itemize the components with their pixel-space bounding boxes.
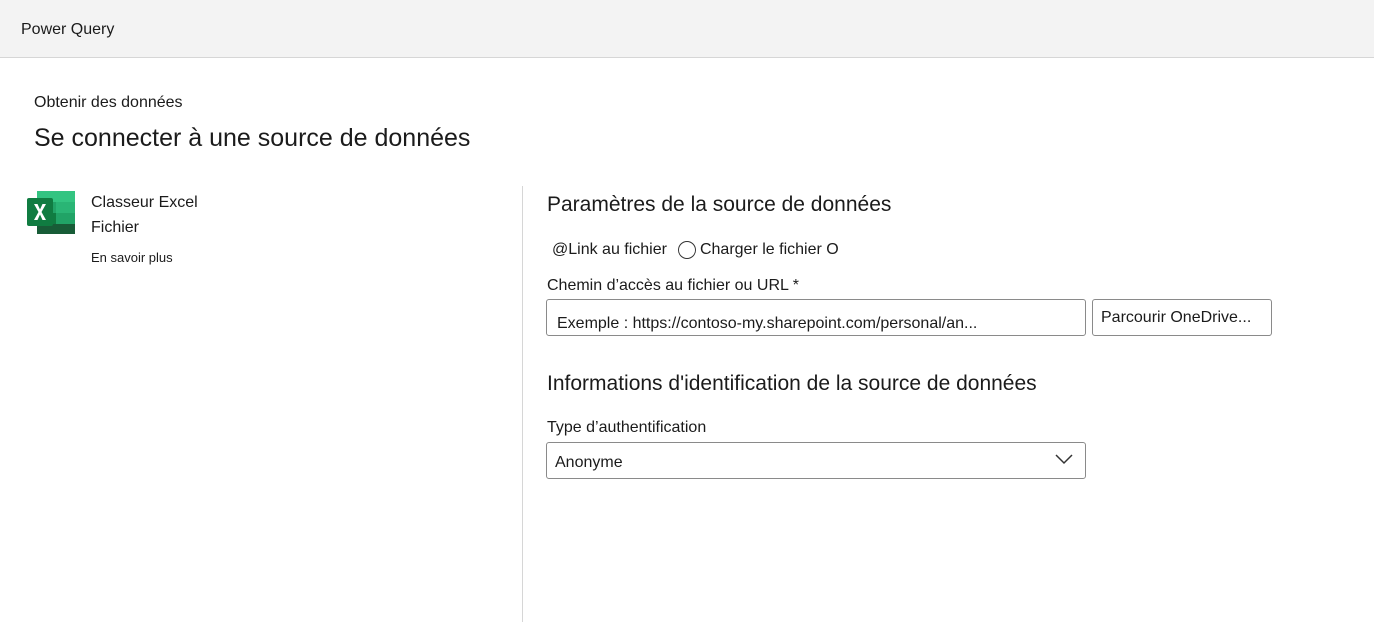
credentials-section-title: Informations d'identification de la sour… <box>547 372 1037 395</box>
learn-more-link[interactable]: En savoir plus <box>91 250 173 265</box>
file-source-radio-group: @Link au fichier Charger le fichier O <box>552 240 839 260</box>
auth-type-dropdown[interactable]: Anonyme <box>546 442 1086 479</box>
chevron-down-icon <box>1055 454 1073 465</box>
excel-icon <box>27 191 75 234</box>
radio-link-to-file-label: @Link au fichier <box>552 241 667 258</box>
breadcrumb: Obtenir des données <box>34 94 183 111</box>
settings-section-title: Paramètres de la source de données <box>547 193 892 216</box>
radio-upload-file-label: Charger le fichier O <box>699 241 839 258</box>
auth-type-label: Type d’authentification <box>547 419 707 436</box>
panel-divider <box>522 186 523 622</box>
radio-upload-file[interactable]: Charger le fichier O <box>667 241 839 259</box>
file-path-label: Chemin d’accès au fichier ou URL * <box>547 277 799 294</box>
page-title: Se connecter à une source de données <box>34 124 471 152</box>
radio-circle-icon[interactable] <box>677 241 696 259</box>
app-title: Power Query <box>21 21 115 38</box>
connector-category: Fichier <box>91 219 140 236</box>
top-bar: Power Query <box>0 0 1374 58</box>
browse-onedrive-button[interactable]: Parcourir OneDrive... <box>1092 299 1272 336</box>
file-path-input[interactable] <box>546 299 1086 336</box>
connector-name: Classeur Excel <box>91 194 198 211</box>
radio-link-to-file[interactable]: @Link au fichier <box>552 241 667 259</box>
auth-type-value: Anonyme <box>555 454 623 471</box>
